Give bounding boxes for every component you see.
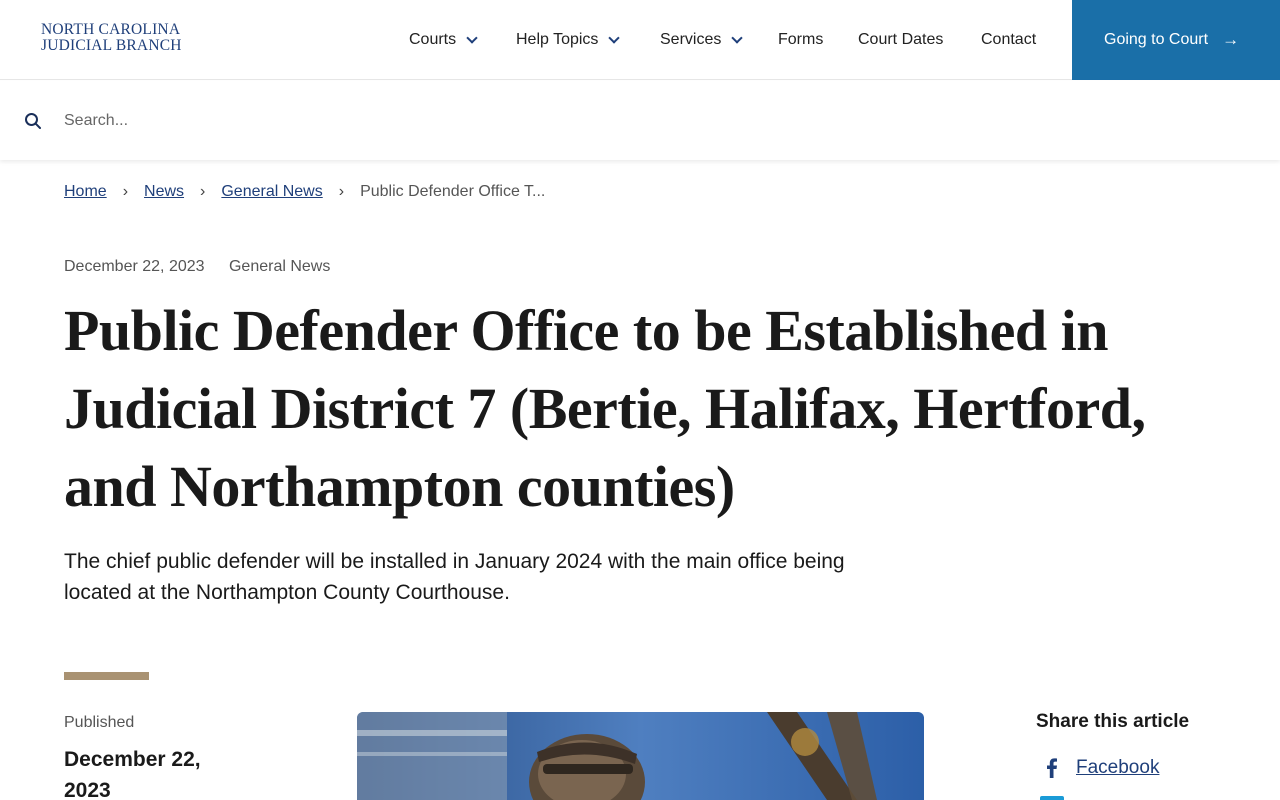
breadcrumb: Home › News › General News › Public Defe… (64, 183, 545, 201)
nav-contact[interactable]: Contact (981, 0, 1036, 80)
arrow-right-icon: → (1222, 30, 1240, 49)
nav-services[interactable]: Services (660, 0, 744, 80)
search-bar (0, 81, 1280, 160)
breadcrumb-general-news[interactable]: General News (221, 183, 322, 201)
site-logo[interactable]: NORTH CAROLINA JUDICIAL BRANCH (41, 22, 182, 54)
logo-line-1: NORTH CAROLINA (41, 21, 181, 38)
nav-forms-label: Forms (778, 31, 824, 48)
chevron-right-icon: › (122, 183, 129, 200)
twitter-icon[interactable] (1040, 796, 1064, 800)
nav-courts[interactable]: Courts (409, 0, 478, 80)
nav-contact-label: Contact (981, 31, 1037, 48)
nav-services-label: Services (660, 31, 722, 48)
chevron-right-icon: › (200, 183, 206, 200)
breadcrumb-news[interactable]: News (144, 183, 184, 201)
published-label: Published (64, 714, 135, 731)
site-header: NORTH CAROLINA JUDICIAL BRANCH Courts He… (0, 0, 1280, 80)
nav-court-dates[interactable]: Court Dates (858, 0, 943, 80)
logo-line-2: JUDICIAL BRANCH (41, 37, 182, 54)
going-to-court-label: Going to Court (1104, 31, 1209, 48)
justice-statue-image (357, 712, 924, 800)
facebook-icon (1047, 758, 1057, 778)
article-category: General News (228, 258, 331, 275)
accent-divider (64, 672, 149, 680)
article-hero-image (357, 712, 924, 800)
chevron-down-icon (608, 31, 621, 44)
breadcrumb-home[interactable]: Home (64, 183, 107, 201)
article-date: December 22, 2023 (64, 258, 205, 275)
nav-help-topics-label: Help Topics (516, 31, 599, 48)
chevron-down-icon (731, 31, 744, 44)
article-meta: December 22, 2023 General News (64, 258, 330, 276)
going-to-court-button[interactable]: Going to Court → (1072, 0, 1280, 80)
share-title: Share this article (1036, 711, 1190, 732)
article-lede: The chief public defender will be instal… (64, 550, 845, 604)
search-input[interactable] (64, 107, 1244, 135)
chevron-down-icon (466, 31, 478, 44)
search-icon[interactable] (24, 112, 42, 130)
chevron-right-icon: › (338, 183, 345, 200)
nav-court-dates-label: Court Dates (858, 31, 944, 48)
published-date: December 22, 2023 (64, 748, 201, 800)
nav-courts-label: Courts (409, 31, 457, 48)
facebook-link[interactable]: Facebook (1076, 757, 1159, 779)
share-facebook[interactable]: Facebook (1040, 756, 1159, 780)
nav-forms[interactable]: Forms (778, 0, 823, 80)
nav-help-topics[interactable]: Help Topics (516, 0, 621, 80)
page-title: Public Defender Office to be Established… (64, 298, 1146, 519)
breadcrumb-current: Public Defender Office T... (360, 183, 546, 200)
